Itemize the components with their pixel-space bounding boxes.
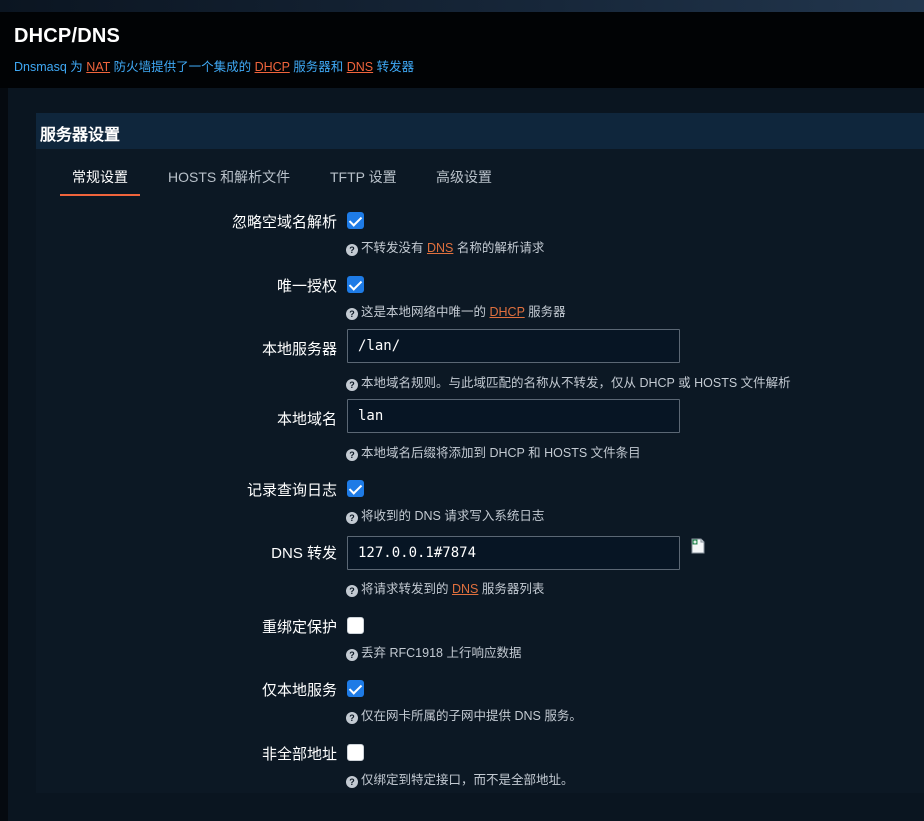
field-help: ? 本地域名后缀将添加到 DHCP 和 HOSTS 文件条目: [346, 442, 641, 461]
page-title: DHCP/DNS: [14, 25, 121, 47]
tab-tftp[interactable]: TFTP 设置: [330, 167, 397, 197]
local-server-input[interactable]: /lan/: [347, 329, 680, 363]
question-circle-icon: ?: [346, 585, 358, 597]
page-description: Dnsmasq 为 NAT 防火墙提供了一个集成的 DHCP 服务器和 DNS …: [14, 60, 415, 74]
field-label: 唯一授权: [276, 278, 337, 295]
panel-title: 服务器设置: [40, 127, 121, 144]
question-circle-icon: ?: [346, 379, 358, 391]
dns-forward-input[interactable]: 127.0.0.1#7874: [347, 536, 680, 570]
top-bar: [0, 0, 924, 12]
local-domain-input[interactable]: lan: [347, 399, 680, 433]
question-circle-icon: ?: [346, 512, 358, 524]
field-help: ? 这是本地网络中唯一的 DHCP 服务器: [346, 301, 566, 320]
field-help: ? 丢弃 RFC1918 上行响应数据: [346, 642, 521, 661]
field-label: 本地域名: [276, 411, 337, 428]
logqueries-checkbox[interactable]: [347, 480, 364, 497]
nonwildcard-checkbox[interactable]: [347, 744, 364, 761]
question-circle-icon: ?: [346, 649, 358, 661]
field-help: ? 仅在网卡所属的子网中提供 DNS 服务。: [346, 705, 582, 724]
dhcp-abbr: DHCP: [254, 60, 290, 74]
page-header: DHCP/DNS Dnsmasq 为 NAT 防火墙提供了一个集成的 DHCP …: [0, 12, 924, 88]
field-help: ? 仅绑定到特定接口，而不是全部地址。: [346, 769, 574, 788]
add-entry-icon[interactable]: [690, 538, 706, 554]
authoritative-checkbox[interactable]: [347, 276, 364, 293]
field-label: 仅本地服务: [261, 682, 337, 699]
question-circle-icon: ?: [346, 712, 358, 724]
field-label: 本地服务器: [261, 341, 337, 358]
question-circle-icon: ?: [346, 244, 358, 256]
question-circle-icon: ?: [346, 776, 358, 788]
field-help: ? 将收到的 DNS 请求写入系统日志: [346, 505, 544, 524]
localservice-checkbox[interactable]: [347, 680, 364, 697]
question-circle-icon: ?: [346, 449, 358, 461]
tab-general[interactable]: 常规设置: [72, 167, 128, 197]
field-label: 非全部地址: [261, 746, 337, 763]
question-circle-icon: ?: [346, 308, 358, 320]
field-label: 记录查询日志: [246, 482, 337, 499]
active-tab-underline: [60, 194, 140, 196]
field-label: 重绑定保护: [261, 619, 337, 636]
tab-advanced[interactable]: 高级设置: [436, 167, 492, 197]
field-help: ? 不转发没有 DNS 名称的解析请求: [346, 237, 544, 256]
rebind-protection-checkbox[interactable]: [347, 617, 364, 634]
tab-hosts-resolv[interactable]: HOSTS 和解析文件: [168, 167, 290, 197]
domainneeded-checkbox[interactable]: [347, 212, 364, 229]
panel-header: 服务器设置: [36, 113, 924, 149]
dns-abbr: DNS: [346, 60, 374, 74]
server-settings-panel: 服务器设置 常规设置 HOSTS 和解析文件 TFTP 设置 高级设置 忽略空域…: [36, 113, 924, 793]
nat-abbr: NAT: [86, 60, 111, 74]
field-label: 忽略空域名解析: [231, 214, 337, 231]
field-help: ? 将请求转发到的 DNS 服务器列表: [346, 578, 544, 597]
field-help: ? 本地域名规则。与此域匹配的名称从不转发，仅从 DHCP 或 HOSTS 文件解…: [346, 372, 791, 391]
field-label: DNS 转发: [271, 545, 337, 562]
